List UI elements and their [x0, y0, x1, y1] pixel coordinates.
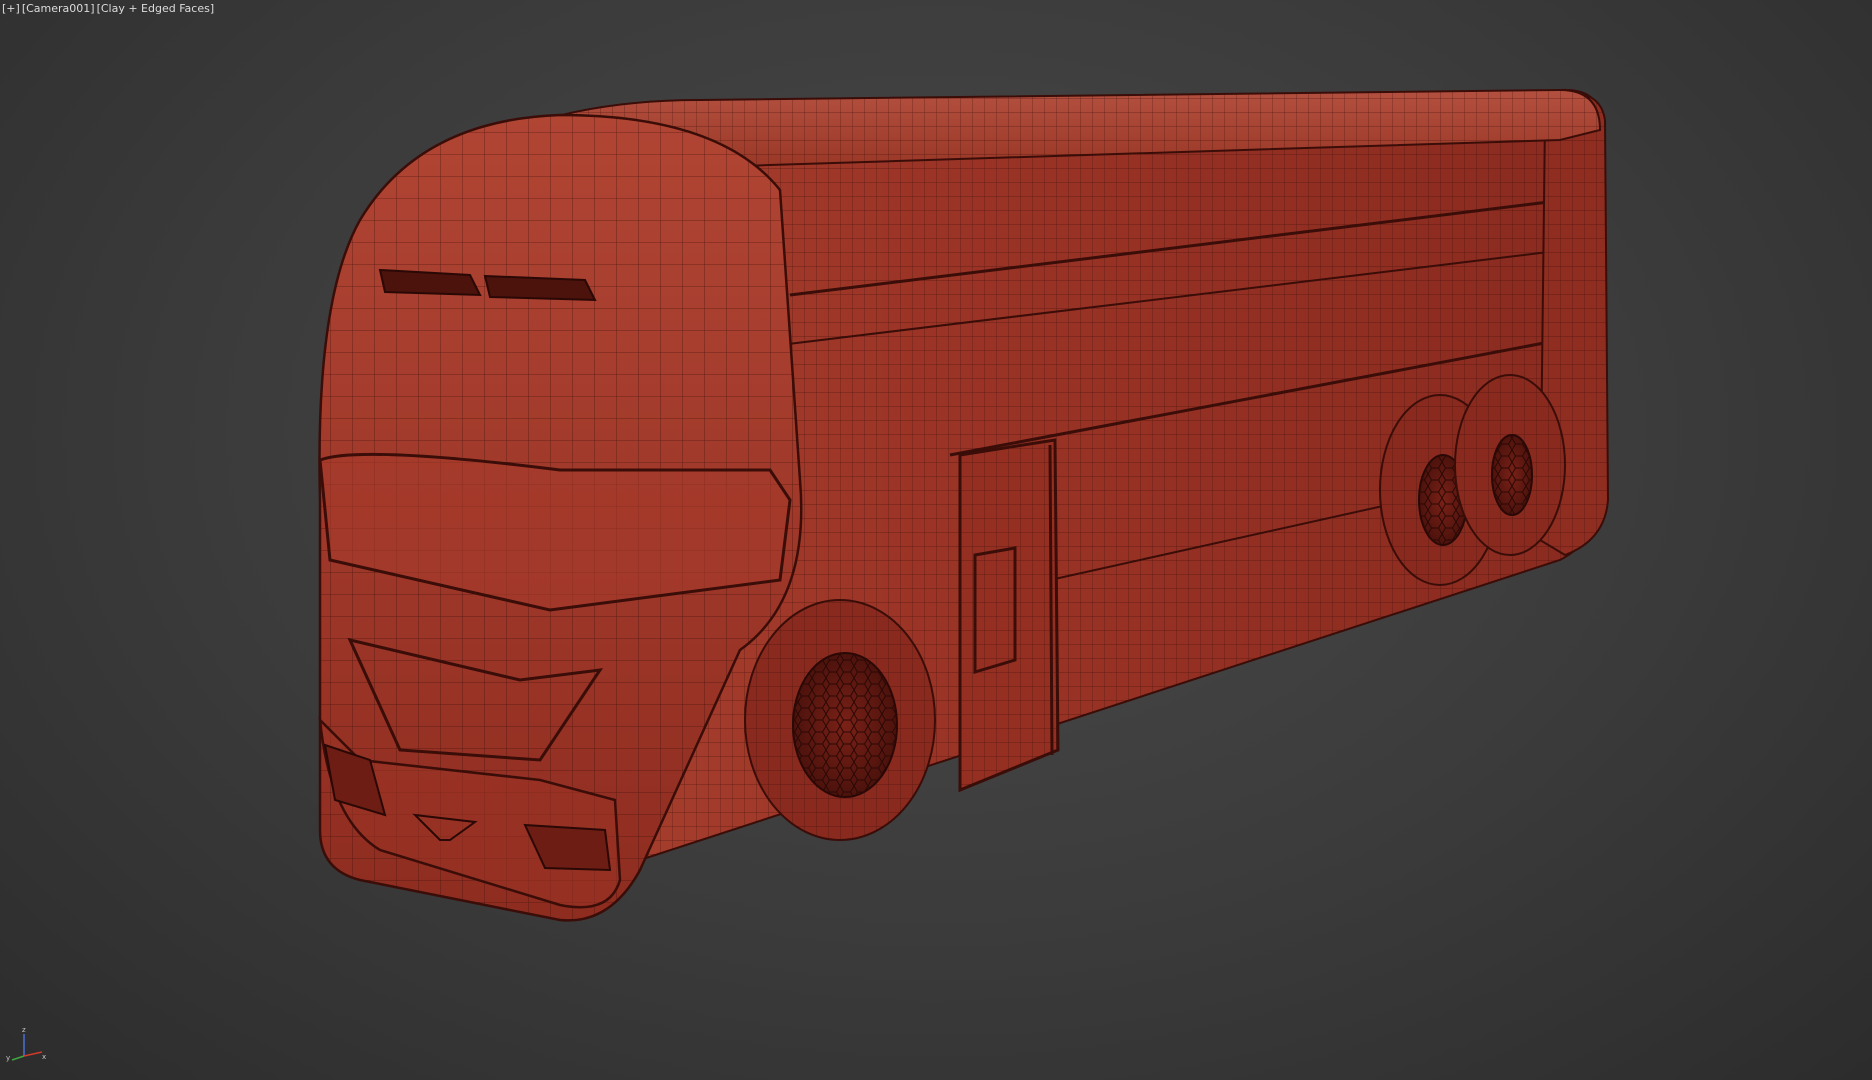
axis-gizmo: z x y [6, 1026, 46, 1062]
front-wheel [744, 599, 936, 841]
viewport-3d[interactable]: [+] [Camera001] [Clay + Edged Faces] z x… [0, 0, 1872, 1080]
axis-y-line [11, 1055, 25, 1061]
rear-wheel-2 [1454, 374, 1566, 556]
axis-z-label: z [22, 1026, 26, 1034]
bus-model[interactable] [0, 0, 1872, 1080]
axis-y-label: y [6, 1054, 10, 1062]
axis-x-label: x [42, 1053, 46, 1061]
bus-door [958, 438, 1060, 793]
axis-x-line [23, 1051, 43, 1057]
